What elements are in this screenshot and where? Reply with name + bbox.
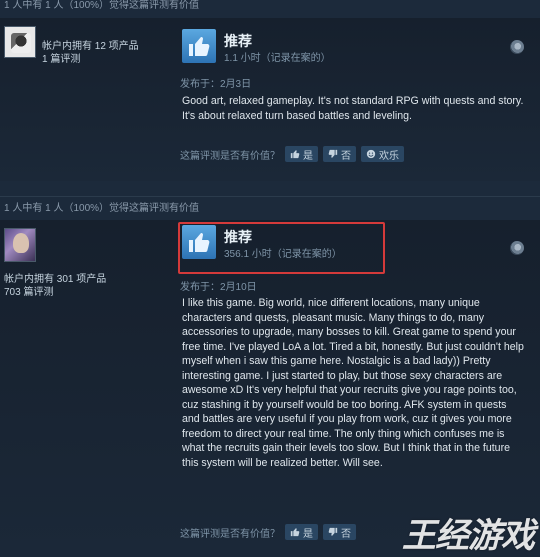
vote-no-button[interactable]: 否 — [323, 146, 356, 162]
smile-icon — [366, 149, 376, 159]
author-products: 帐户内拥有 12 项产品 — [42, 41, 139, 52]
vote-funny-button[interactable]: 欢乐 — [361, 146, 404, 162]
vote-no-label: 否 — [341, 150, 351, 162]
helpful-summary: 1 人中有 1 人（100%）觉得这篇评测有价值 — [4, 0, 200, 11]
steam-review-page: 1 人中有 1 人（100%）觉得这篇评测有价值 帐户内拥有 12 项产品 1 … — [0, 0, 540, 557]
review-text: I like this game. Big world, nice differ… — [182, 297, 524, 469]
avatar[interactable] — [4, 26, 36, 58]
helpful-summary: 1 人中有 1 人（100%）觉得这篇评测有价值 — [4, 203, 200, 214]
author-review-count: 703 篇评测 — [4, 287, 54, 298]
author-stats: 帐户内拥有 12 项产品 1 篇评测 — [42, 40, 139, 66]
vote-yes-label: 是 — [303, 528, 313, 540]
helpful-question: 这篇评测是否有价值？ — [180, 528, 280, 540]
thumbs-down-icon — [328, 527, 338, 536]
author-products: 帐户内拥有 301 项产品 — [4, 274, 107, 285]
helpful-question: 这篇评测是否有价值？ — [180, 150, 280, 162]
author-review-count: 1 篇评测 — [42, 54, 81, 65]
review-author[interactable]: 帐户内拥有 301 项产品 703 篇评测 — [4, 228, 174, 298]
review-body: Good art, relaxed gameplay. It's not sta… — [182, 94, 526, 123]
review-author[interactable]: 帐户内拥有 12 项产品 1 篇评测 — [4, 26, 174, 65]
review-text: Good art, relaxed gameplay. It's not sta… — [182, 95, 524, 122]
vote-yes-button[interactable]: 是 — [285, 524, 318, 540]
author-stats: 帐户内拥有 301 项产品 703 篇评测 — [4, 273, 106, 299]
watermark-logo: 王经游戏 — [402, 516, 535, 556]
thumbs-up-icon — [290, 528, 300, 537]
thumbs-up-icon — [290, 150, 300, 159]
vote-no-label: 否 — [341, 528, 351, 540]
highlight-box — [178, 222, 385, 274]
avatar[interactable] — [4, 228, 36, 262]
review-card: 帐户内拥有 12 项产品 1 篇评测 推荐 1.1 小时（记录在案的） 发布于：… — [0, 18, 540, 181]
vote-no-button[interactable]: 否 — [323, 524, 356, 540]
posted-date: 发布于：2月3日 — [180, 79, 252, 90]
posted-date: 发布于：2月10日 — [180, 282, 257, 293]
steam-icon[interactable] — [510, 40, 524, 54]
vote-yes-label: 是 — [303, 150, 313, 162]
play-hours: 1.1 小时（记录在案的） — [224, 53, 331, 64]
steam-icon[interactable] — [510, 241, 524, 255]
review-card: 帐户内拥有 301 项产品 703 篇评测 推荐 356.1 小时（记录在案的）… — [0, 220, 540, 557]
review-body: I like this game. Big world, nice differ… — [182, 296, 526, 470]
vote-yes-button[interactable]: 是 — [285, 146, 318, 162]
vote-funny-label: 欢乐 — [379, 150, 399, 162]
divider — [0, 196, 540, 197]
vote-title: 推荐 — [224, 33, 252, 49]
vote-header[interactable]: 推荐 1.1 小时（记录在案的） — [178, 28, 528, 66]
helpful-controls: 这篇评测是否有价值？ 是 否 — [180, 524, 356, 540]
thumbs-down-icon — [328, 149, 338, 158]
helpful-controls: 这篇评测是否有价值？ 是 否 欢乐 — [180, 146, 404, 162]
thumbs-up-icon — [182, 29, 216, 63]
